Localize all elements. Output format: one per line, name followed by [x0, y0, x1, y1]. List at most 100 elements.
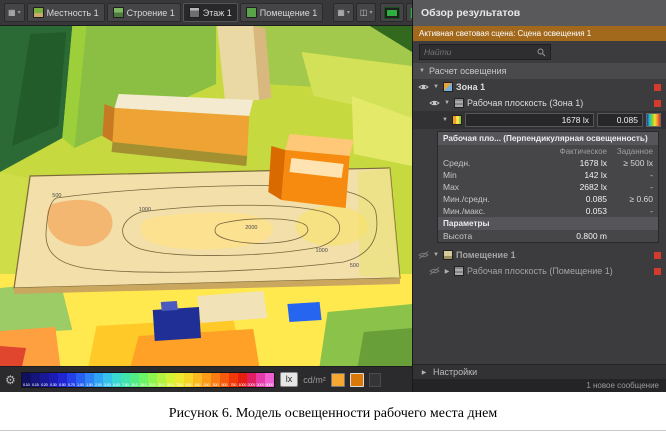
scale-segment: 0.75 — [67, 373, 76, 387]
tree-row-room-1[interactable]: ▼ Помещение 1 — [413, 247, 666, 263]
details-row-min-avg: Мин./средн. 0.085 ≥ 0.60 — [438, 193, 658, 205]
building-icon — [113, 7, 124, 18]
toolbar-button-label: Строение 1 — [127, 8, 175, 18]
toolbar-button-label: Местность 1 — [47, 8, 99, 18]
expander-icon[interactable]: ▼ — [432, 84, 440, 90]
panel-edge-button[interactable] — [369, 373, 381, 387]
workplane-icon — [454, 266, 464, 276]
contour-label: 500 — [52, 193, 61, 199]
settings-section[interactable]: ▶ Настройки — [413, 364, 666, 379]
false-color-toggle-button[interactable] — [646, 113, 661, 127]
render-view-icon — [384, 7, 400, 19]
toolbar-button-floor[interactable]: Этаж 1 — [183, 3, 238, 22]
chevron-down-icon: ▾ — [369, 9, 372, 16]
tree-label: Помещение 1 — [456, 250, 516, 260]
split-view-icon: ◫ — [360, 8, 368, 17]
uniformity-value: 0.085 — [597, 113, 643, 127]
scale-segment: 15.0 — [139, 373, 148, 387]
scale-segment: 1.50 — [85, 373, 94, 387]
scale-segment: 50.0 — [166, 373, 175, 387]
scale-segment: 1.00 — [76, 373, 85, 387]
scale-segment: 3000 — [256, 373, 265, 387]
view-layout-button[interactable]: ▦ ▾ — [333, 3, 354, 22]
scale-segment: 750 — [229, 373, 238, 387]
active-light-scene-bar[interactable]: Активная световая сцена: Сцена освещения… — [413, 26, 666, 41]
chevron-down-icon: ▾ — [347, 9, 350, 16]
scale-segment: 75.0 — [175, 373, 184, 387]
expander-icon[interactable]: ▶ — [443, 268, 451, 275]
eye-off-icon[interactable] — [429, 267, 440, 275]
caption-area: Рисунок 6. Модель освещенности рабочего … — [0, 392, 666, 435]
expander-icon[interactable]: ▼ — [443, 100, 451, 106]
expander-icon[interactable]: ▼ — [418, 68, 426, 74]
page-rule — [0, 430, 666, 431]
scale-segment: 7.50 — [121, 373, 130, 387]
scale-segment: 10.0 — [130, 373, 139, 387]
scale-segment: 5.00 — [112, 373, 121, 387]
tree-row-workplane-values[interactable]: ▼ 1678 lx 0.085 — [413, 111, 666, 129]
room-icon — [246, 7, 257, 18]
eye-off-icon[interactable] — [418, 251, 429, 259]
scale-segment: 300 — [211, 373, 220, 387]
tree-row-calculation[interactable]: ▼ Расчет освещения — [413, 63, 666, 79]
expander-icon[interactable]: ▼ — [432, 252, 440, 258]
tree-row-workplane-room[interactable]: ▶ Рабочая плоскость (Помещение 1) — [413, 263, 666, 279]
blue-object-right[interactable] — [287, 302, 321, 322]
scale-segment: 0.10 — [22, 373, 31, 387]
chair-seat[interactable] — [197, 291, 267, 323]
scale-segment: 150 — [193, 373, 202, 387]
settings-label: Настройки — [433, 367, 477, 377]
room-icon — [443, 250, 453, 260]
material-swatch-dark[interactable] — [350, 373, 364, 387]
expander-icon[interactable]: ▼ — [441, 117, 449, 123]
workplane-icon — [454, 98, 464, 108]
unit-lx-button[interactable]: lx — [280, 372, 299, 387]
menu-icon: ▦ — [8, 8, 16, 17]
material-swatch-light[interactable] — [331, 373, 345, 387]
false-color-scale[interactable]: 0.100.150.200.300.500.751.001.502.003.00… — [21, 372, 275, 388]
viewport-3d[interactable]: 500 1000 2000 1000 500 — [0, 26, 412, 366]
search-row — [413, 41, 666, 63]
tree-row-zone-1[interactable]: ▼ Зона 1 — [413, 79, 666, 95]
unit-cdm2-button[interactable]: cd/m² — [303, 375, 326, 385]
tree-label: Зона 1 — [456, 82, 485, 92]
terrain-icon — [33, 7, 44, 18]
details-row-min-max: Мин./макс. 0.053 - — [438, 205, 658, 217]
scale-segment: 2.00 — [94, 373, 103, 387]
results-panel: Обзор результатов Активная световая сцен… — [412, 0, 666, 392]
render-mode-button[interactable] — [380, 3, 404, 22]
blue-object-left[interactable] — [153, 307, 201, 341]
scene-menu-button[interactable]: ▦ ▾ — [4, 3, 25, 22]
details-row-height: Высота 0.800 m — [438, 230, 658, 242]
toolbar-button-terrain[interactable]: Местность 1 — [27, 3, 105, 22]
split-view-button[interactable]: ◫ ▾ — [356, 3, 377, 22]
eye-icon[interactable] — [418, 83, 429, 91]
search-box[interactable] — [419, 44, 551, 60]
viewport-column: ▦ ▾ Местность 1 Строение 1 Этаж 1 — [0, 0, 412, 392]
toolbar-button-room[interactable]: Помещение 1 — [240, 3, 324, 22]
eye-icon[interactable] — [429, 99, 440, 107]
scale-segment: 0.20 — [40, 373, 49, 387]
contour-label: 1000 — [139, 207, 151, 213]
scale-segment: 20.0 — [148, 373, 157, 387]
details-row-min: Min 142 lx - — [438, 169, 658, 181]
scale-segment: 0.50 — [58, 373, 67, 387]
gear-icon[interactable]: ⚙ — [5, 374, 16, 386]
contour-label: 2000 — [245, 225, 257, 231]
panel-empty-space — [413, 279, 666, 364]
zone-icon — [443, 82, 453, 92]
tree-row-workplane-zone[interactable]: ▼ Рабочая плоскость (Зона 1) — [413, 95, 666, 111]
details-title: Рабочая пло... (Перпендикулярная освещен… — [438, 132, 658, 145]
notification-bar[interactable]: 1 новое сообщение — [413, 379, 666, 392]
expander-icon[interactable]: ▶ — [420, 369, 428, 376]
toolbar-button-building[interactable]: Строение 1 — [107, 3, 181, 22]
grid-view-icon: ▦ — [337, 8, 345, 17]
scale-segment: 30.0 — [157, 373, 166, 387]
scale-segment: 0.15 — [31, 373, 40, 387]
scale-segment: 5000 — [265, 373, 274, 387]
viewport-3d-scene[interactable]: 500 1000 2000 1000 500 — [0, 26, 412, 366]
contour-label: 1000 — [316, 248, 328, 254]
search-input[interactable] — [424, 47, 533, 57]
results-panel-header: Обзор результатов — [413, 0, 666, 26]
false-color-scalebar: ⚙ 0.100.150.200.300.500.751.001.502.003.… — [0, 366, 412, 392]
